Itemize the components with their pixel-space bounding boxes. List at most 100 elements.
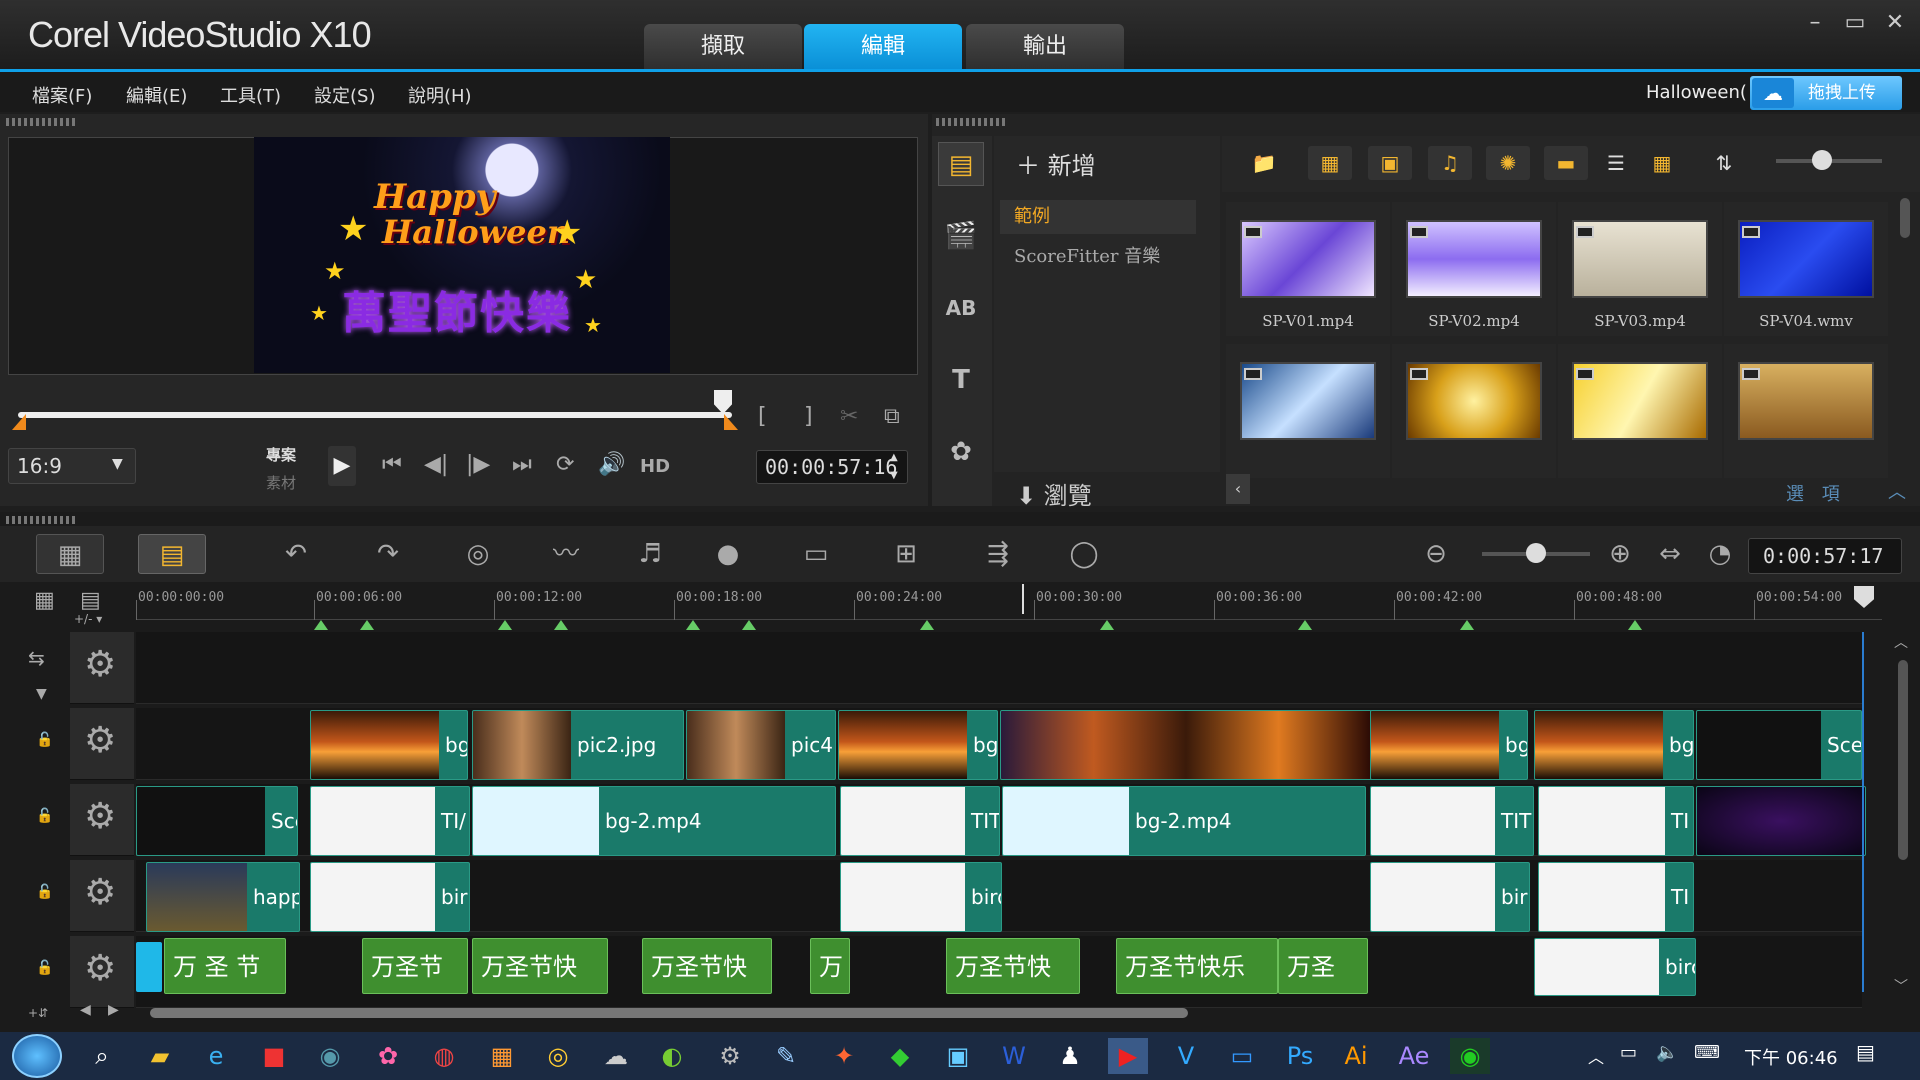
timeline-clip[interactable]: bg	[310, 710, 468, 780]
tray-chevron-icon[interactable]: ︿	[1588, 1044, 1604, 1068]
aftereffects-icon[interactable]: Ae	[1394, 1038, 1434, 1074]
scroll-right-icon[interactable]: ▶	[108, 1002, 119, 1018]
instant-project-icon[interactable]: 🎬	[938, 214, 984, 258]
timeline-clip[interactable]	[1000, 710, 1372, 780]
app-icon[interactable]: ☁	[596, 1038, 636, 1074]
ripple-edit-icon[interactable]: ⇆	[28, 646, 45, 670]
scroll-up-icon[interactable]: ︿	[1894, 632, 1908, 652]
lock-icon[interactable]: 🔓	[36, 808, 53, 824]
app-icon[interactable]: ▦	[482, 1038, 522, 1074]
scrubber-track[interactable]	[18, 412, 732, 418]
mask-creator-icon[interactable]: ◯	[1050, 534, 1118, 574]
zoom-out-icon[interactable]: ⊖	[1416, 534, 1456, 574]
add-remove-chapter-icon[interactable]: +/- ▾	[74, 612, 102, 626]
app-icon[interactable]: ✿	[368, 1038, 408, 1074]
title-clip[interactable]: 万圣节快乐	[1116, 938, 1278, 994]
keyboard-icon[interactable]: ⌨	[1694, 1042, 1720, 1063]
hd-button[interactable]: HD	[640, 456, 670, 477]
scroll-down-icon[interactable]: ﹀	[1894, 976, 1908, 996]
title-clip[interactable]: 万 圣 节	[164, 938, 286, 994]
subtitle-editor-icon[interactable]: ▭	[782, 534, 850, 574]
timeline-clip[interactable]: TIT	[1370, 786, 1534, 856]
timeline-clip[interactable]: bir	[310, 862, 470, 932]
title-clip[interactable]: 万圣节	[362, 938, 468, 994]
menu-tools[interactable]: 工具(T)	[220, 82, 281, 108]
title-icon[interactable]: T	[938, 358, 984, 402]
app-icon[interactable]: ◆	[880, 1038, 920, 1074]
illustrator-icon[interactable]: Ai	[1336, 1038, 1376, 1074]
multi-camera-icon[interactable]: ⊞	[872, 534, 940, 574]
timeline-clip[interactable]: TIT	[840, 786, 1000, 856]
cut-icon[interactable]: ✂	[840, 404, 858, 429]
show-photo-icon[interactable]: ▣	[1368, 146, 1412, 180]
panel-grip[interactable]	[6, 516, 76, 524]
undo-icon[interactable]: ↶	[262, 534, 330, 574]
thumbnail-item[interactable]: SP-V02.mp4	[1392, 202, 1556, 336]
title-clip[interactable]: 万	[810, 938, 850, 994]
app-red-icon[interactable]: ■	[254, 1038, 294, 1074]
player-timecode[interactable]: 00:00:57:16	[756, 450, 908, 484]
thumbnail-item[interactable]	[1724, 344, 1888, 478]
title-clip[interactable]: 万圣	[1278, 938, 1368, 994]
close-button[interactable]: ✕	[1880, 10, 1910, 35]
view-list-icon[interactable]: ☰	[1594, 146, 1638, 180]
videostudio-icon[interactable]: ▶	[1108, 1038, 1148, 1074]
menu-edit[interactable]: 編輯(E)	[126, 82, 187, 108]
folder-item-samples[interactable]: 範例	[1000, 200, 1196, 234]
lock-icon[interactable]: 🔓	[36, 960, 53, 976]
volume-icon[interactable]: 🔊	[598, 452, 625, 477]
timeline-timecode[interactable]: 0:00:57:17	[1748, 538, 1902, 574]
playhead[interactable]	[1022, 584, 1024, 614]
motion-tracking-icon[interactable]: ●	[694, 534, 762, 574]
timeline-clip[interactable]: bir	[1370, 862, 1530, 932]
timeline-clip[interactable]: Sce	[1696, 710, 1862, 780]
lock-icon[interactable]: 🔓	[36, 884, 53, 900]
panel-grip[interactable]	[6, 118, 76, 126]
film-reel-icon[interactable]: ⚙	[84, 948, 116, 989]
app-icon[interactable]: ◐	[652, 1038, 692, 1074]
mark-out-icon[interactable]: ]	[804, 404, 813, 429]
copy-icon[interactable]: ⧉	[884, 404, 900, 429]
timeline-vscrollbar[interactable]	[1898, 660, 1908, 860]
timeline-clip[interactable]: pic4.	[686, 710, 836, 780]
app-icon[interactable]: ▣	[938, 1038, 978, 1074]
file-explorer-icon[interactable]: ▰	[140, 1038, 180, 1074]
maximize-button[interactable]: ▭	[1840, 10, 1870, 35]
app-icon[interactable]: ◉	[310, 1038, 350, 1074]
thumbnail-size-knob[interactable]	[1812, 150, 1832, 170]
sound-mixer-icon[interactable]: 〰	[532, 534, 600, 574]
film-reel-icon[interactable]: ⚙	[84, 796, 116, 837]
timecode-up-icon[interactable]: ▲	[890, 452, 898, 463]
record-capture-icon[interactable]: ◎	[444, 534, 512, 574]
show-all-tracks-icon[interactable]: ▦	[34, 588, 55, 613]
thumbnail-item[interactable]: SP-V03.mp4	[1558, 202, 1722, 336]
time-remap-icon[interactable]: ⇶	[964, 534, 1032, 574]
timeline-clip[interactable]: bg-2.mp4	[1002, 786, 1366, 856]
chrome-icon[interactable]: ◍	[424, 1038, 464, 1074]
timeline-clip[interactable]: bg-	[1370, 710, 1528, 780]
speaker-icon[interactable]: 🔈	[1656, 1042, 1678, 1063]
menu-settings[interactable]: 設定(S)	[314, 82, 375, 108]
search-icon[interactable]: ⌕	[82, 1038, 122, 1074]
timeline-clip[interactable]: bg	[1534, 710, 1694, 780]
network-icon[interactable]: ▭	[1620, 1042, 1637, 1063]
chevron-down-icon[interactable]: ▼	[36, 686, 47, 702]
mark-in-icon[interactable]: [	[758, 404, 767, 429]
mode-project[interactable]: 專案	[266, 444, 296, 465]
start-button[interactable]	[12, 1034, 62, 1078]
vscode-icon[interactable]: V	[1166, 1038, 1206, 1074]
chevron-up-icon[interactable]: ︿	[1888, 478, 1906, 504]
tab-share[interactable]: 輸出	[966, 24, 1124, 70]
next-frame-icon[interactable]: |▶	[466, 452, 490, 477]
prev-frame-icon[interactable]: ◀|	[424, 452, 448, 477]
timeline-clip[interactable]: Sce	[136, 786, 298, 856]
view-grid-icon[interactable]: ▦	[1640, 146, 1684, 180]
thumbnail-item[interactable]	[1226, 344, 1390, 478]
fit-project-icon[interactable]: ⇔	[1650, 534, 1690, 574]
folder-item-scorefitter[interactable]: ScoreFitter 音樂	[1014, 242, 1160, 268]
menu-help[interactable]: 說明(H)	[408, 82, 472, 108]
zoom-knob[interactable]	[1526, 543, 1546, 563]
timeline-clip[interactable]: bg-2.mp4	[472, 786, 836, 856]
thumbnail-item[interactable]	[1558, 344, 1722, 478]
repeat-icon[interactable]: ⟳	[556, 452, 574, 477]
